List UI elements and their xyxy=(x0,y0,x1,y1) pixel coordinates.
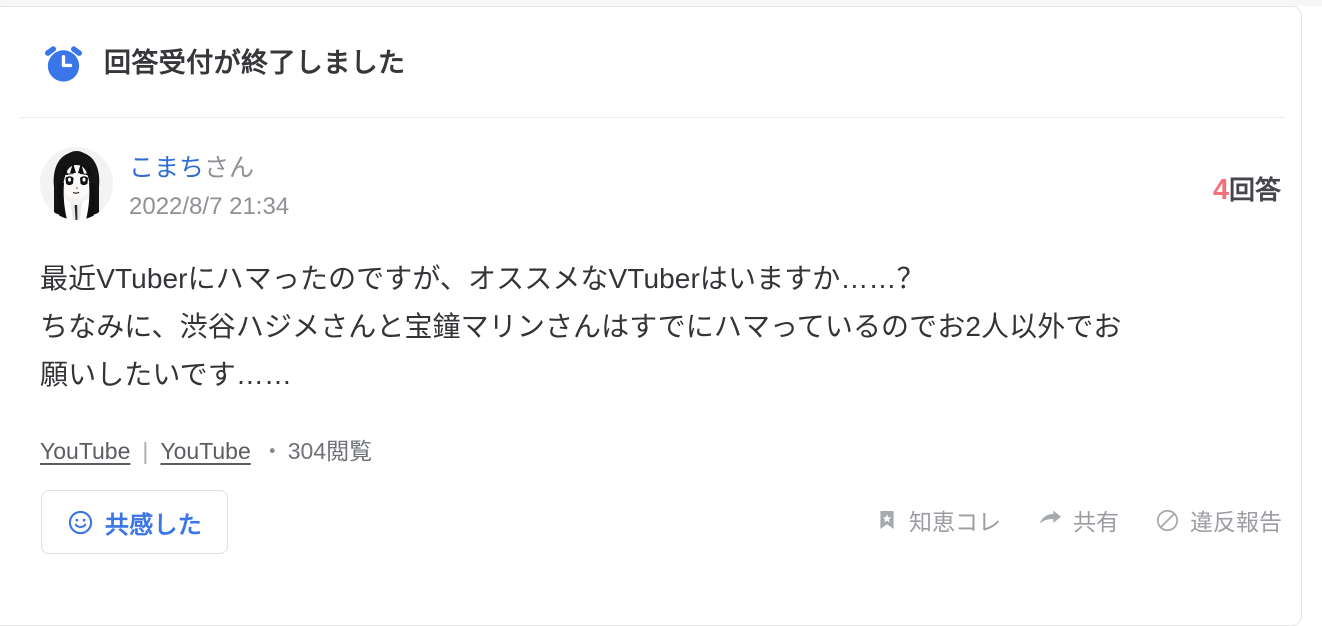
share-action[interactable]: 共有 xyxy=(1037,503,1119,537)
status-text: 回答受付が終了しました xyxy=(104,48,406,78)
status-header: 回答受付が終了しました xyxy=(40,40,405,87)
answer-count-number: 4 xyxy=(1212,174,1229,206)
category-link-secondary[interactable]: YouTube xyxy=(160,435,250,467)
bookmark-action[interactable]: 知恵コレ xyxy=(875,503,1001,537)
report-action[interactable]: 違反報告 xyxy=(1155,503,1282,537)
prohibited-icon xyxy=(1155,508,1180,533)
report-action-label: 違反報告 xyxy=(1190,509,1282,535)
author-name-line[interactable]: こまちさん xyxy=(129,151,289,185)
alarm-clock-icon xyxy=(40,40,87,87)
share-action-label: 共有 xyxy=(1073,509,1119,535)
question-line: 最近VTuberにハマったのですが、オススメなVTuberはいますか……？ xyxy=(40,263,925,294)
question-page: 回答受付が終了しました こまちさん 2022/8/7 21:34 4回答 最近V… xyxy=(0,0,1322,626)
share-arrow-icon xyxy=(1037,507,1063,533)
author-name: こまち xyxy=(129,154,205,182)
category-link-primary[interactable]: YouTube xyxy=(40,435,130,467)
posted-at: 2022/8/7 21:34 xyxy=(129,193,290,220)
meta-dot: ・ xyxy=(260,438,284,464)
bookmark-star-icon xyxy=(875,508,899,532)
meta-separator: | xyxy=(142,438,149,464)
avatar[interactable] xyxy=(40,147,113,220)
answer-count: 4回答 xyxy=(1213,176,1281,205)
bookmark-action-label: 知恵コレ xyxy=(909,509,1001,535)
smiley-face-icon xyxy=(67,509,94,536)
author-name-suffix: さん xyxy=(204,154,255,182)
author-row: こまちさん 2022/8/7 21:34 xyxy=(40,147,289,224)
question-line: 願いしたいです…… xyxy=(40,359,293,390)
footer-actions: 知恵コレ 共有 違反報告 xyxy=(875,503,1282,537)
author-meta: こまちさん 2022/8/7 21:34 xyxy=(129,147,289,224)
view-count: 304閲覧 xyxy=(287,438,373,464)
answer-count-label: 回答 xyxy=(1228,175,1281,205)
question-body: 最近VTuberにハマったのですが、オススメなVTuberはいますか……？ ちな… xyxy=(40,255,1285,399)
question-line: ちなみに、渋谷ハジメさんと宝鐘マリンさんはすでにハマっているのでお2人以外でお xyxy=(40,311,1122,342)
empathy-button-label: 共感した xyxy=(104,511,203,539)
header-divider xyxy=(20,117,1285,118)
meta-line: YouTube | YouTube ・ 304閲覧 xyxy=(40,435,372,467)
empathy-button[interactable]: 共感した xyxy=(41,490,228,554)
